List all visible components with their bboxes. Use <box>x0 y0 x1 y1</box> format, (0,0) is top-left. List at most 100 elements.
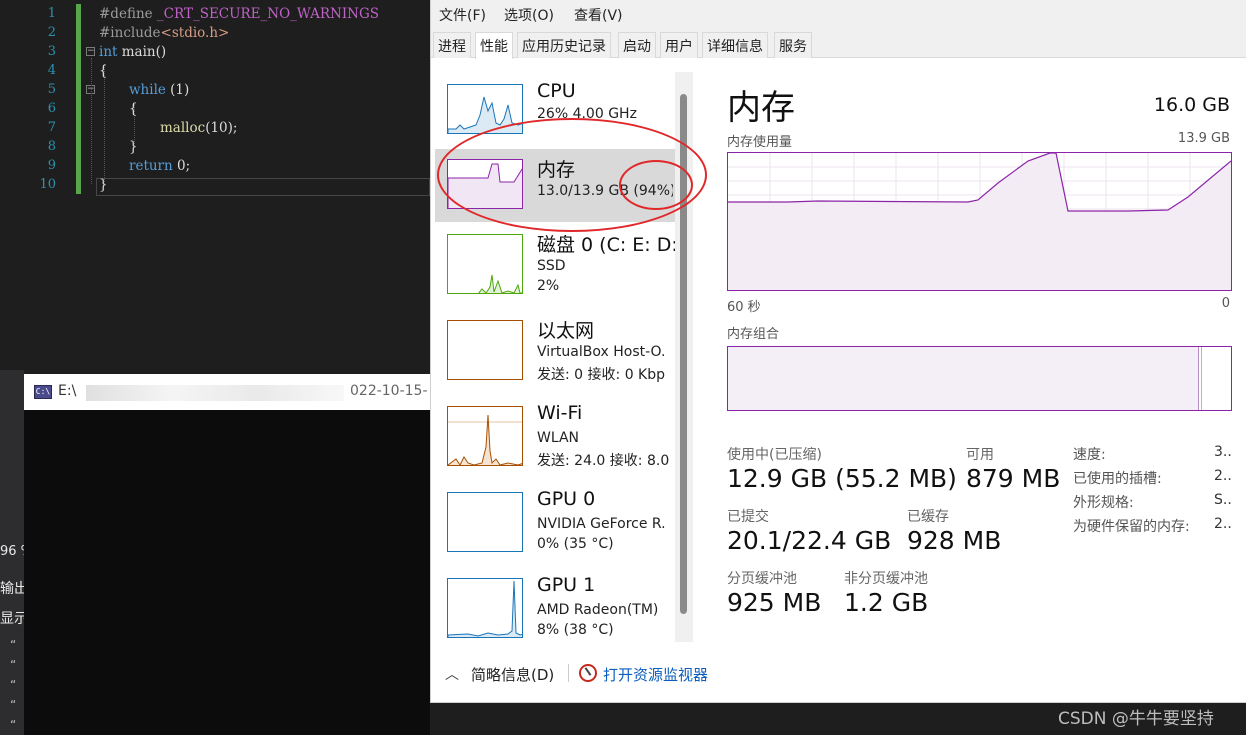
sidebar-item-wifi[interactable]: Wi-Fi WLAN 发送: 24.0 接收: 8.0 <box>435 396 675 480</box>
loop-condition: (1) <box>165 82 190 98</box>
menu-view[interactable]: 查看(V) <box>574 5 623 25</box>
menu-options[interactable]: 选项(O) <box>504 5 554 25</box>
while-keyword: while <box>129 82 166 98</box>
fewer-details-button[interactable]: 简略信息(D) <box>471 664 554 685</box>
slots-value: 2.. <box>1214 468 1232 484</box>
output-line-marker: “ <box>10 698 17 712</box>
sidebar-gpu0-name: GPU 0 <box>537 488 596 510</box>
line-number: 10 <box>39 177 56 192</box>
paged-pool-value: 925 MB <box>727 588 822 617</box>
code-line-3[interactable]: int main() <box>99 44 166 60</box>
sidebar-item-gpu1[interactable]: GPU 1 AMD Radeon(TM) 8% (38 °C) <box>435 568 675 652</box>
sidebar-ethernet-adapter: VirtualBox Host-O. <box>537 344 666 360</box>
include-header: <stdio.h> <box>160 25 230 41</box>
zoom-level[interactable]: 96 % <box>0 544 24 559</box>
code-line-4[interactable]: { <box>99 63 108 79</box>
code-line-6[interactable]: { <box>129 101 138 117</box>
malloc-args: (10); <box>205 120 238 136</box>
line-number: 5 <box>47 82 56 97</box>
gpu1-thumbnail-graph <box>447 578 523 638</box>
memory-title: 内存 <box>727 88 795 128</box>
open-resource-monitor-link[interactable]: 打开资源监视器 <box>603 664 708 685</box>
memory-composition-bar <box>727 346 1232 411</box>
fold-toggle-icon[interactable]: − <box>86 47 95 56</box>
form-factor-label: 外形规格: <box>1073 495 1134 511</box>
ethernet-thumbnail-graph <box>447 320 523 380</box>
sidebar-ethernet-throughput: 发送: 0 接收: 0 Kbp <box>537 367 666 383</box>
sidebar-disk-name: 磁盘 0 (C: E: D: <box>537 234 678 256</box>
output-line-marker: “ <box>10 718 17 732</box>
sidebar-gpu0-model: NVIDIA GeForce R. <box>537 516 666 532</box>
tab-details[interactable]: 详细信息 <box>702 32 768 58</box>
ide-bottom-panel: 96 % 输出 显示 “ “ “ “ “ <box>0 370 24 735</box>
nonpaged-pool-value: 1.2 GB <box>844 588 929 617</box>
code-line-1[interactable]: #define _CRT_SECURE_NO_WARNINGS <box>99 6 379 22</box>
menu-bar: 文件(F) 选项(O) 查看(V) <box>431 0 1246 28</box>
hardware-reserved-value: 2.. <box>1214 516 1232 532</box>
code-line-2[interactable]: #include<stdio.h> <box>99 25 229 41</box>
available-value: 879 MB <box>966 464 1061 493</box>
tab-startup[interactable]: 启动 <box>618 32 656 58</box>
fold-guide <box>91 58 92 184</box>
type-keyword: int <box>99 44 118 60</box>
console-window[interactable]: C:\ E:\ 022-10-15- <box>24 374 430 735</box>
tab-users[interactable]: 用户 <box>660 32 698 58</box>
code-line-5[interactable]: while (1) <box>129 82 189 98</box>
task-manager-window[interactable]: 文件(F) 选项(O) 查看(V) 进程 性能 应用历史记录 启动 用户 详细信… <box>430 0 1246 703</box>
nonpaged-pool-label: 非分页缓冲池 <box>844 571 928 587</box>
tab-bar: 进程 性能 应用历史记录 启动 用户 详细信息 服务 <box>431 28 1246 59</box>
sidebar-gpu1-usage: 8% (38 °C) <box>537 622 614 638</box>
paged-pool-label: 分页缓冲池 <box>727 571 797 587</box>
redacted-path <box>86 385 344 401</box>
console-title-bar[interactable]: C:\ E:\ 022-10-15- <box>24 374 430 410</box>
sidebar-disk-usage: 2% <box>537 278 560 294</box>
menu-file[interactable]: 文件(F) <box>439 5 486 25</box>
sidebar-item-ethernet[interactable]: 以太网 VirtualBox Host-O. 发送: 0 接收: 0 Kbp <box>435 310 675 394</box>
code-line-7[interactable]: malloc(10); <box>160 120 237 136</box>
tab-processes[interactable]: 进程 <box>433 32 471 58</box>
watermark: CSDN @牛牛要坚持 <box>1058 709 1214 729</box>
console-app-icon: C:\ <box>34 385 52 399</box>
code-line-9[interactable]: return 0; <box>129 158 190 174</box>
macro-name: _CRT_SECURE_NO_WARNINGS <box>152 6 380 22</box>
sidebar-item-gpu0[interactable]: GPU 0 NVIDIA GeForce R. 0% (35 °C) <box>435 482 675 566</box>
show-output-label: 显示 <box>0 611 24 627</box>
line-number: 8 <box>47 139 56 154</box>
graph-time-left: 60 秒 <box>727 300 761 315</box>
line-number: 2 <box>47 25 56 40</box>
tab-app-history[interactable]: 应用历史记录 <box>517 32 611 58</box>
memory-total: 16.0 GB <box>1153 94 1230 116</box>
cached-label: 已缓存 <box>907 509 949 525</box>
memory-usage-graph <box>727 152 1232 291</box>
code-line-8[interactable]: } <box>129 139 138 155</box>
footer-separator <box>568 664 569 682</box>
line-number: 1 <box>47 6 56 21</box>
composition-modified-marker <box>1201 347 1202 410</box>
graph-time-right: 0 <box>1221 296 1230 311</box>
preprocessor-keyword: #include <box>99 25 161 41</box>
sidebar-ethernet-name: 以太网 <box>537 320 595 342</box>
gpu0-thumbnail-graph <box>447 492 523 552</box>
preprocessor-keyword: #define <box>99 6 153 22</box>
sidebar-gpu0-usage: 0% (35 °C) <box>537 536 614 552</box>
sidebar-item-disk[interactable]: 磁盘 0 (C: E: D: SSD 2% <box>435 224 678 308</box>
sidebar-disk-type: SSD <box>537 258 566 274</box>
memory-usage-label: 内存使用量 <box>727 135 793 150</box>
tab-performance[interactable]: 性能 <box>475 32 513 59</box>
code-editor[interactable]: 1 2 3 4 5 6 7 8 9 10 − − #define _CRT_SE… <box>0 0 430 370</box>
chevron-up-icon[interactable]: ︿ <box>445 664 459 684</box>
committed-value: 20.1/22.4 GB <box>727 526 892 555</box>
annotation-circle-percent <box>619 160 693 210</box>
line-number: 6 <box>47 101 56 116</box>
cached-value: 928 MB <box>907 526 1002 555</box>
form-factor-value: S.. <box>1214 492 1232 508</box>
code-line-10[interactable]: } <box>99 177 108 193</box>
output-line-marker: “ <box>10 638 17 652</box>
sidebar-cpu-name: CPU <box>537 80 576 102</box>
slots-label: 已使用的插槽: <box>1073 471 1162 487</box>
output-tab[interactable]: 输出 <box>0 578 24 598</box>
tab-services[interactable]: 服务 <box>774 32 812 58</box>
return-value: 0; <box>172 158 191 174</box>
line-number: 9 <box>47 158 56 173</box>
indent-guide <box>104 64 105 184</box>
